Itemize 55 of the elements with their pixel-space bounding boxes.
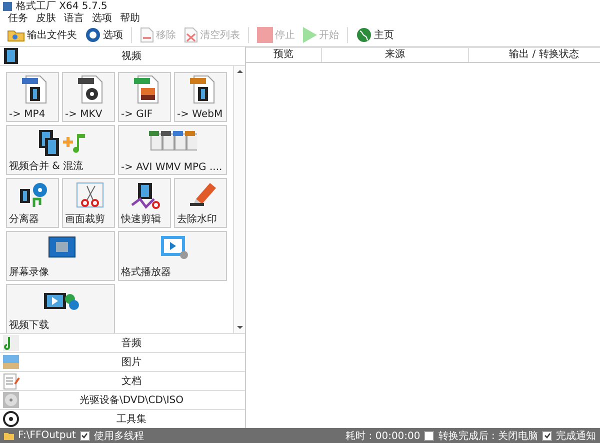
checkbox[interactable] (542, 430, 552, 440)
menu-item[interactable]: 皮肤 (36, 11, 56, 25)
tool-tile[interactable]: -> WebM (174, 72, 227, 122)
menu-item[interactable]: 语言 (64, 11, 84, 25)
checkbox-label: 完成通知 (556, 430, 596, 442)
elapsed-time: 耗时 : 00:00:00 (346, 430, 420, 442)
checkbox-label: 转换完成后 : 关闭电脑 (438, 430, 538, 442)
menu-item[interactable]: 选项 (92, 11, 112, 25)
folder-icon (7, 28, 25, 42)
column-header[interactable]: 来源 (322, 48, 469, 62)
app-icon (3, 2, 12, 10)
tool-tile[interactable]: -> GIF (118, 72, 171, 122)
tool-tile[interactable]: 分离器 (6, 178, 59, 228)
category-bar[interactable]: 文档 (0, 371, 245, 390)
panel-title: 视频 (120, 50, 142, 63)
tool-tile[interactable]: -> MKV (62, 72, 115, 122)
window-title: 格式工厂 X64 5.7.5 (16, 0, 108, 12)
play-icon (303, 27, 317, 43)
scrollbar[interactable] (233, 66, 245, 333)
column-header[interactable]: 预览 (246, 48, 322, 62)
document-minus-icon (140, 27, 154, 43)
checkbox[interactable] (80, 430, 90, 440)
film-plus-note-icon (36, 128, 84, 158)
tool-tile[interactable]: 视频合并 & 混流 (6, 125, 115, 175)
category-bar[interactable]: 图片 (0, 352, 245, 371)
category-bar[interactable]: 音频 (0, 333, 245, 352)
output-folder[interactable]: F:\FFOutput (18, 430, 76, 441)
category-bar[interactable]: 光驱设备\DVD\CD\ISO (0, 390, 245, 409)
toolbar-button[interactable]: 主页 (353, 27, 397, 43)
tool-tile[interactable]: 格式播放器 (118, 231, 227, 281)
globe-icon (356, 27, 372, 43)
tool-tile[interactable]: 画面裁剪 (62, 178, 115, 228)
tool-tile[interactable]: -> MP4 (6, 72, 59, 122)
category-bar[interactable]: 工具集 (0, 409, 245, 428)
tool-tile[interactable]: 视频下载 (6, 284, 115, 334)
note-icon (2, 334, 20, 352)
tool-tile[interactable]: 去除水印 (174, 178, 227, 228)
disc-icon (2, 391, 20, 409)
menu-item[interactable]: 帮助 (120, 11, 140, 25)
folder-icon (4, 432, 14, 440)
tool-tile[interactable]: 快速剪辑 (118, 178, 171, 228)
toolbar-button[interactable]: 选项 (82, 27, 126, 43)
document-cross-icon (184, 27, 198, 43)
checkbox-label: 使用多线程 (94, 430, 144, 442)
stop-icon (257, 27, 273, 43)
toolbar-button[interactable]: 输出文件夹 (4, 28, 80, 42)
tool-tile[interactable]: 屏幕录像 (6, 231, 115, 281)
column-header[interactable]: 输出 / 转换状态 (469, 48, 600, 62)
menu-item[interactable]: 任务 (8, 11, 28, 25)
film-scissors-icon (130, 181, 160, 211)
film-icon (4, 48, 18, 64)
document-pencil-icon (2, 372, 20, 390)
landscape-image-icon (2, 353, 20, 371)
tool-tile[interactable]: -> AVI WMV MPG .... (118, 125, 227, 175)
checkbox[interactable] (424, 430, 434, 440)
